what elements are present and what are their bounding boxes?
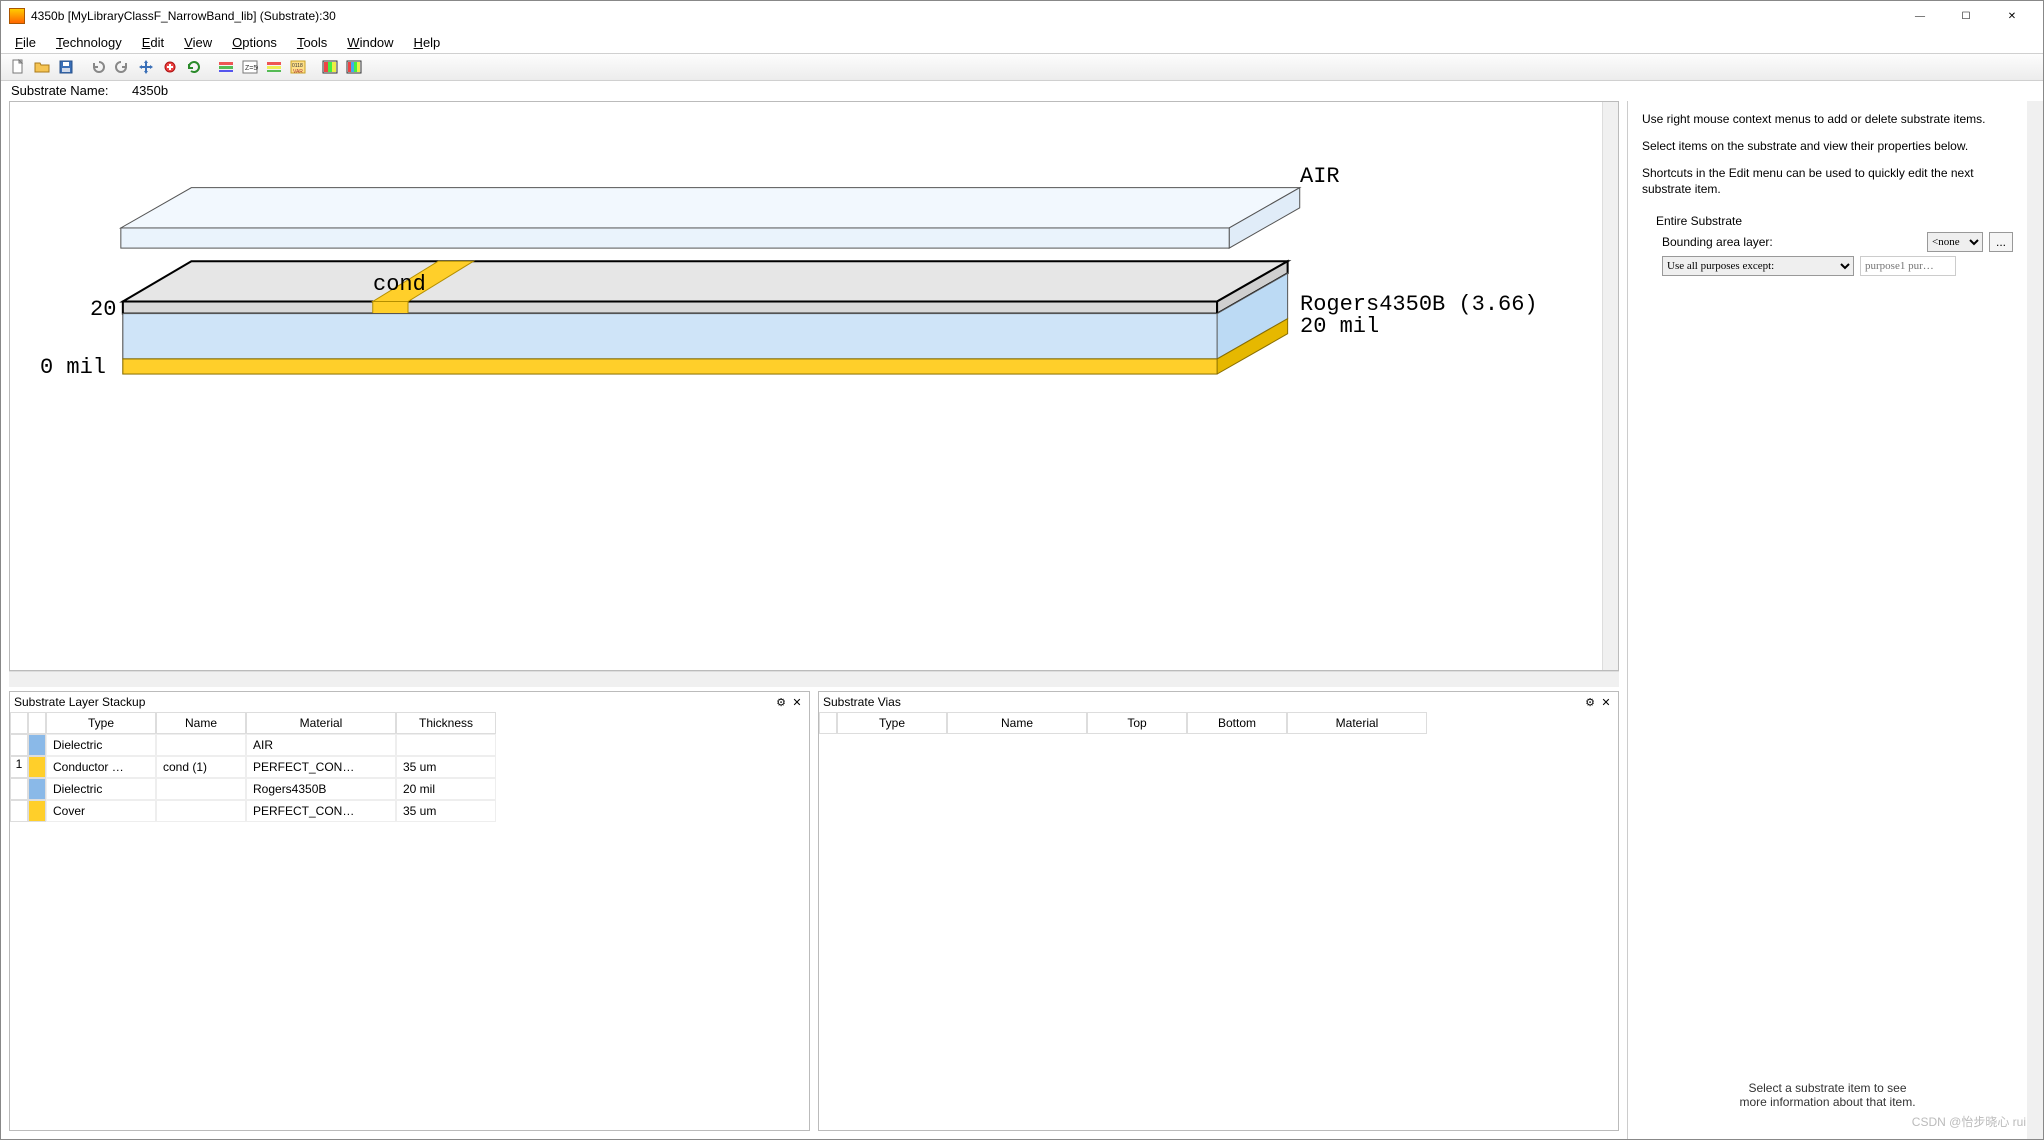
row-swatch[interactable]: [28, 734, 46, 756]
window-close-button[interactable]: ✕: [1989, 1, 2035, 31]
entire-substrate-label: Entire Substrate: [1642, 214, 2013, 228]
app-icon: [9, 8, 25, 24]
gear-icon[interactable]: ⚙: [1582, 694, 1598, 710]
row-index[interactable]: [10, 800, 28, 822]
svg-text:VAR: VAR: [293, 69, 303, 75]
cell-thickness[interactable]: [396, 734, 496, 756]
substrate-name-label: Substrate Name:: [11, 83, 109, 98]
help-text-3: Shortcuts in the Edit menu can be used t…: [1642, 165, 2013, 199]
col-type[interactable]: Type: [837, 712, 947, 734]
menubar: File Technology Edit View Options Tools …: [1, 31, 2043, 53]
stack-tool-1-icon[interactable]: [215, 56, 237, 78]
cell-material[interactable]: AIR: [246, 734, 396, 756]
cell-name[interactable]: [156, 734, 246, 756]
cell-material[interactable]: PERFECT_CON…: [246, 756, 396, 778]
col-material[interactable]: Material: [246, 712, 396, 734]
redo-icon[interactable]: [111, 56, 133, 78]
row-swatch[interactable]: [28, 800, 46, 822]
undo-icon[interactable]: [87, 56, 109, 78]
palette-1-icon[interactable]: [319, 56, 341, 78]
bounding-layer-label: Bounding area layer:: [1662, 235, 1921, 249]
col-bottom[interactable]: Bottom: [1187, 712, 1287, 734]
new-icon[interactable]: [7, 56, 29, 78]
svg-text:Z=50: Z=50: [245, 65, 258, 72]
maximize-button[interactable]: ☐: [1943, 1, 1989, 31]
cell-material[interactable]: PERFECT_CON…: [246, 800, 396, 822]
sidebar-scrollbar[interactable]: [2027, 101, 2043, 1139]
row-index[interactable]: 1: [10, 756, 28, 778]
col-thickness[interactable]: Thickness: [396, 712, 496, 734]
var-tool-icon[interactable]: 0118VAR: [287, 56, 309, 78]
stack-tool-3-icon[interactable]: [263, 56, 285, 78]
cell-name[interactable]: [156, 778, 246, 800]
close-icon[interactable]: ✕: [789, 694, 805, 710]
menu-view[interactable]: View: [176, 33, 220, 52]
col-name[interactable]: Name: [156, 712, 246, 734]
stackup-panel: Substrate Layer Stackup ⚙ ✕ Type Name Ma…: [9, 691, 810, 1131]
viewer-pane: AIR cond 20 0 mil Rogers4350B (3.66) 20 …: [9, 101, 1619, 671]
menu-options[interactable]: Options: [224, 33, 285, 52]
label-air: AIR: [1300, 164, 1340, 189]
minimize-button[interactable]: —: [1897, 1, 1943, 31]
properties-sidebar: Use right mouse context menus to add or …: [1627, 101, 2027, 1139]
menu-help[interactable]: Help: [406, 33, 449, 52]
vias-panel-title: Substrate Vias: [823, 695, 1582, 709]
gear-icon[interactable]: ⚙: [773, 694, 789, 710]
stackup-table: Type Name Material Thickness Dielectric …: [10, 712, 809, 822]
toolbar: Z=50 0118VAR: [1, 53, 2043, 81]
substrate-name-value: 4350b: [132, 83, 168, 98]
row-index[interactable]: [10, 734, 28, 756]
titlebar: 4350b [MyLibraryClassF_NarrowBand_lib] (…: [1, 1, 2043, 31]
menu-technology[interactable]: Technology: [48, 33, 130, 52]
col-name[interactable]: Name: [947, 712, 1087, 734]
palette-2-icon[interactable]: [343, 56, 365, 78]
cell-material[interactable]: Rogers4350B: [246, 778, 396, 800]
cell-type[interactable]: Cover: [46, 800, 156, 822]
cell-name[interactable]: cond (1): [156, 756, 246, 778]
label-thickness: 20 mil: [1300, 314, 1379, 339]
label-cond: cond: [373, 272, 426, 297]
bounding-layer-browse-button[interactable]: ...: [1989, 232, 2013, 252]
cell-name[interactable]: [156, 800, 246, 822]
menu-file[interactable]: File: [7, 33, 44, 52]
selection-hint: Select a substrate item to see more info…: [1642, 1061, 2013, 1129]
open-icon[interactable]: [31, 56, 53, 78]
row-index[interactable]: [10, 778, 28, 800]
substrate-name-row: Substrate Name: 4350b: [1, 81, 2043, 101]
cell-type[interactable]: Dielectric: [46, 778, 156, 800]
col-type[interactable]: Type: [46, 712, 156, 734]
cell-type[interactable]: Conductor …: [46, 756, 156, 778]
viewer-vertical-scrollbar[interactable]: [1602, 102, 1618, 670]
bounding-layer-select[interactable]: <none: [1927, 232, 1983, 252]
col-material[interactable]: Material: [1287, 712, 1427, 734]
add-node-icon[interactable]: [159, 56, 181, 78]
cell-thickness[interactable]: 35 um: [396, 756, 496, 778]
label-y20: 20: [90, 297, 116, 322]
row-swatch[interactable]: [28, 778, 46, 800]
cell-thickness[interactable]: 35 um: [396, 800, 496, 822]
purposes-field[interactable]: [1860, 256, 1956, 276]
refresh-icon[interactable]: [183, 56, 205, 78]
purposes-mode-select[interactable]: Use all purposes except:: [1662, 256, 1854, 276]
close-icon[interactable]: ✕: [1598, 694, 1614, 710]
row-swatch[interactable]: [28, 756, 46, 778]
stackup-3d-viewer[interactable]: AIR cond 20 0 mil Rogers4350B (3.66) 20 …: [10, 102, 1602, 670]
help-text-1: Use right mouse context menus to add or …: [1642, 111, 2013, 128]
cell-thickness[interactable]: 20 mil: [396, 778, 496, 800]
vias-panel: Substrate Vias ⚙ ✕ Type Name Top Bottom …: [818, 691, 1619, 1131]
vias-table: Type Name Top Bottom Material: [819, 712, 1618, 734]
col-top[interactable]: Top: [1087, 712, 1187, 734]
viewer-horizontal-scrollbar[interactable]: [9, 671, 1619, 687]
stackup-panel-title: Substrate Layer Stackup: [14, 695, 773, 709]
menu-edit[interactable]: Edit: [134, 33, 172, 52]
save-icon[interactable]: [55, 56, 77, 78]
stack-tool-2-icon[interactable]: Z=50: [239, 56, 261, 78]
menu-tools[interactable]: Tools: [289, 33, 335, 52]
move-icon[interactable]: [135, 56, 157, 78]
help-text-2: Select items on the substrate and view t…: [1642, 138, 2013, 155]
window-title: 4350b [MyLibraryClassF_NarrowBand_lib] (…: [31, 9, 1897, 23]
cell-type[interactable]: Dielectric: [46, 734, 156, 756]
menu-window[interactable]: Window: [339, 33, 401, 52]
label-y0: 0 mil: [40, 355, 106, 380]
